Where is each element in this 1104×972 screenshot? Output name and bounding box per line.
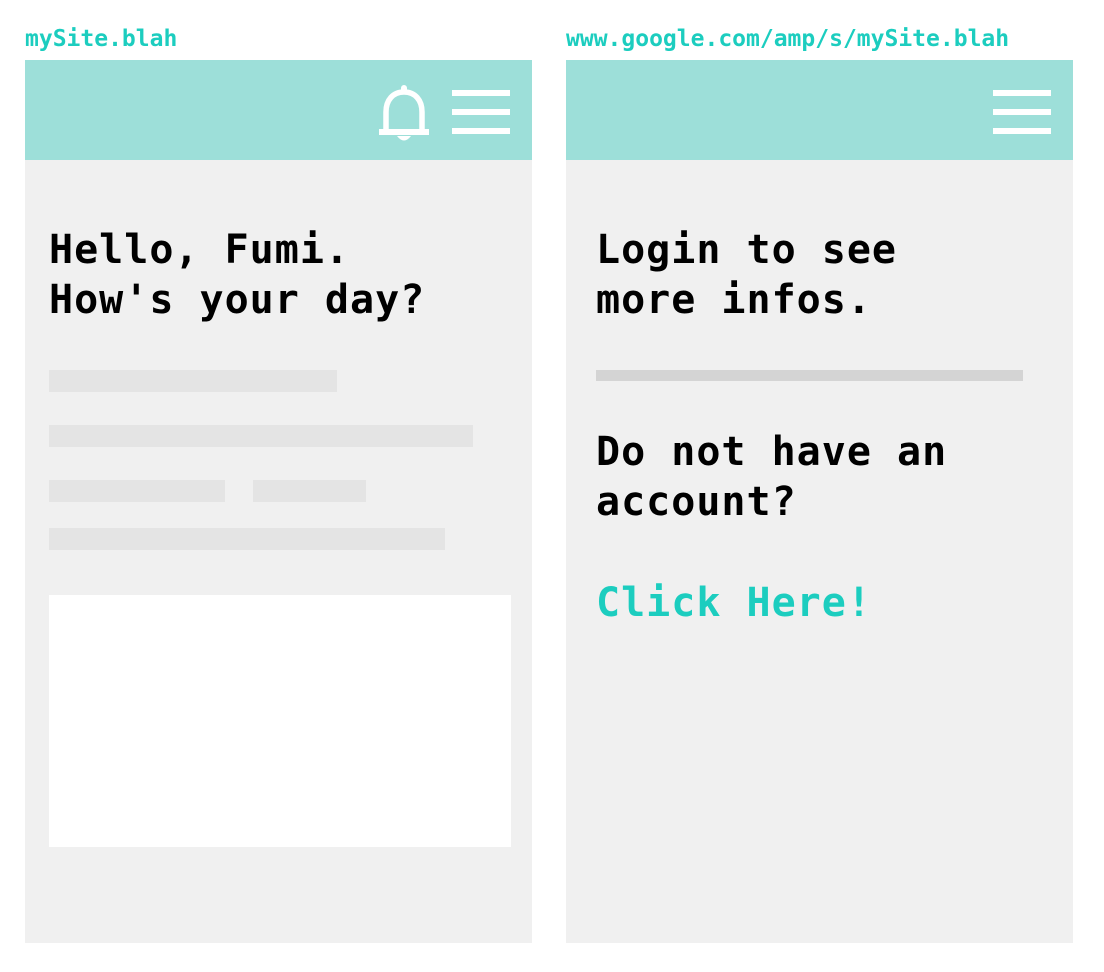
menu-icon[interactable] [452, 90, 510, 134]
right-phone-screen: Login to see more infos. Do not have an … [566, 60, 1073, 943]
left-phone-screen: Hello, Fumi. How's your day? [25, 60, 532, 943]
account-prompt-heading: Do not have an account? [596, 429, 948, 525]
greeting-heading: Hello, Fumi. How's your day? [49, 227, 426, 323]
bell-icon[interactable] [378, 85, 430, 143]
menu-icon[interactable] [993, 90, 1051, 134]
left-top-bar [25, 60, 532, 160]
placeholder-line [49, 528, 445, 550]
click-here-link[interactable]: Click Here! [596, 578, 872, 628]
placeholder-line [49, 425, 473, 447]
left-url-label: mySite.blah [25, 26, 178, 52]
placeholder-line [49, 370, 337, 392]
right-top-bar [566, 60, 1073, 160]
divider [596, 370, 1023, 381]
placeholder-line [49, 480, 225, 502]
placeholder-line [253, 480, 366, 502]
login-prompt-heading: Login to see more infos. [596, 227, 897, 323]
content-card [49, 595, 511, 847]
right-url-label: www.google.com/amp/s/mySite.blah [566, 26, 1010, 52]
